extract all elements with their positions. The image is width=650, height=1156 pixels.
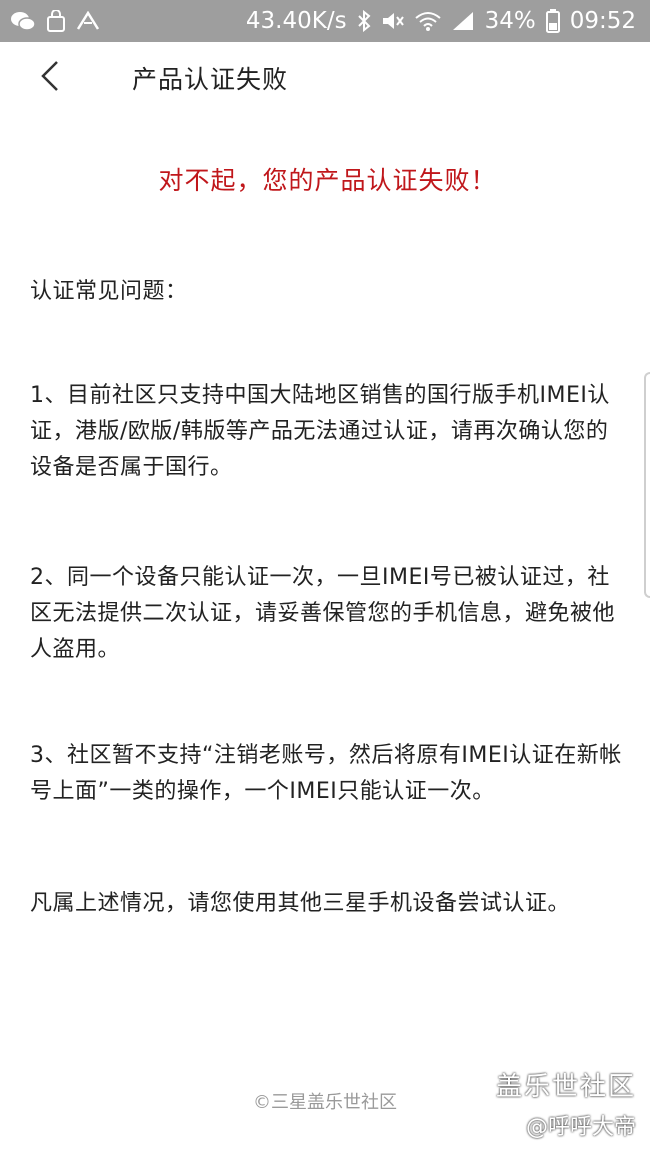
- back-button[interactable]: [0, 42, 100, 114]
- battery-icon: [545, 9, 560, 33]
- nav-icon: [76, 11, 100, 31]
- status-bar: 43.40K/s 34% 09:52: [0, 0, 650, 42]
- watermark: 盖乐世社区 @呼呼大帝: [496, 1066, 636, 1141]
- faq-item-1: 1、目前社区只支持中国大陆地区销售的国行版手机IMEI认证，港版/欧版/韩版等产…: [30, 383, 610, 480]
- bag-icon: [46, 10, 66, 32]
- back-arrow-icon: [39, 60, 61, 96]
- wifi-icon: [414, 10, 441, 32]
- bluetooth-icon: [357, 10, 371, 32]
- mute-icon: [381, 10, 405, 32]
- status-bar-right: 43.40K/s 34% 09:52: [246, 8, 636, 34]
- faq-item-2: 2、同一个设备只能认证一次，一旦IMEI号已被认证过，社区无法提供二次认证，请妥…: [30, 565, 616, 662]
- closing-note: 凡属上述情况，请您使用其他三星手机设备尝试认证。: [30, 891, 571, 916]
- scroll-indicator: [644, 372, 650, 598]
- network-speed: 43.40K/s: [245, 8, 347, 34]
- failure-headline: 对不起，您的产品认证失败！: [158, 166, 497, 195]
- status-bar-left: [10, 10, 110, 32]
- watermark-brand: 盖乐世社区: [495, 1072, 636, 1102]
- battery-percent: 34%: [484, 8, 536, 34]
- clock: 09:52: [569, 8, 636, 34]
- wechat-icon: [10, 10, 36, 32]
- signal-icon: [451, 10, 475, 32]
- faq-item-3: 3、社区暂不支持“注销老账号，然后将原有IMEI认证在新帐号上面”一类的操作，一…: [30, 743, 622, 804]
- faq-title: 认证常见问题：: [30, 279, 188, 304]
- page-title: 产品认证失败: [132, 65, 289, 94]
- app-bar: 产品认证失败: [0, 42, 650, 114]
- watermark-user: @呼呼大帝: [525, 1115, 636, 1140]
- main-content: 对不起，您的产品认证失败！: [30, 114, 625, 197]
